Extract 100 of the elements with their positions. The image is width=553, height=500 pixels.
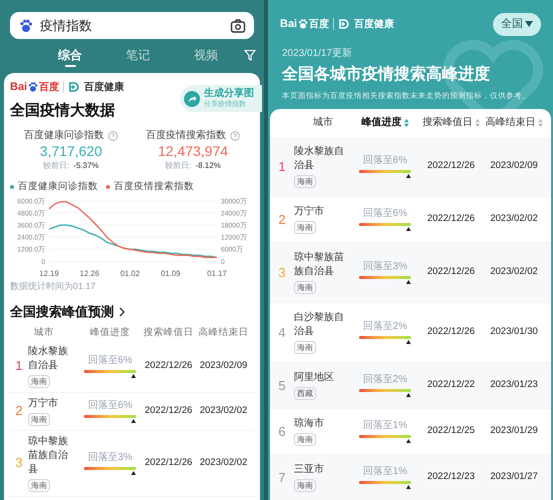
progress-label: 回落至6% bbox=[88, 398, 132, 413]
search-query: 疫情指数 bbox=[40, 16, 93, 35]
peak-date: 2022/12/26 bbox=[144, 358, 194, 373]
table-row[interactable]: 3 琼中黎族苗族自治县 海南 回落至3% 2022/12/26 2023/02/02 bbox=[270, 242, 551, 303]
progress-gradient-bar bbox=[84, 467, 136, 470]
rank-number: 1 bbox=[277, 158, 287, 176]
end-date: 2023/01/23 bbox=[489, 378, 539, 392]
baidu-logo-text: 百度 bbox=[309, 17, 330, 32]
progress-gradient-bar bbox=[359, 481, 411, 484]
progress-gradient-bar bbox=[84, 370, 136, 373]
progress-label: 回落至6% bbox=[88, 354, 132, 368]
section-title: 全国搜索峰值预测 bbox=[10, 302, 114, 321]
city-name: 琼中黎族苗族自治县 bbox=[28, 434, 69, 476]
region-dropdown-button[interactable]: 全国 bbox=[493, 13, 541, 36]
change-value: -5.37% bbox=[73, 160, 99, 172]
rank-number: 3 bbox=[277, 264, 287, 282]
peak-date: 2022/12/26 bbox=[426, 159, 476, 174]
city-name: 阿里地区 bbox=[294, 370, 334, 385]
city-name: 陵水黎族自治县 bbox=[294, 144, 345, 173]
region-tag: 海南 bbox=[28, 478, 50, 492]
city-name: 万宁市 bbox=[28, 396, 58, 410]
region-tag: 海南 bbox=[28, 412, 50, 426]
peak-date: 2022/12/26 bbox=[426, 325, 476, 340]
x-axis-label: 01.17 bbox=[207, 269, 227, 278]
column-header: 城市 bbox=[33, 326, 55, 340]
progress-gradient-bar bbox=[359, 435, 411, 438]
progress-label: 回落至6% bbox=[362, 154, 408, 168]
search-field[interactable]: 疫情指数 bbox=[10, 12, 254, 39]
x-axis-label: 01.02 bbox=[120, 269, 140, 278]
tab[interactable]: 综合 bbox=[58, 43, 82, 67]
caret-down-icon bbox=[525, 21, 533, 28]
column-header: 峰值进度 bbox=[89, 326, 131, 340]
progress-label: 回落至2% bbox=[362, 320, 408, 334]
stat-label: 百度疫情搜索指数 bbox=[146, 128, 226, 143]
health-logo-icon bbox=[338, 18, 350, 30]
city-name: 白沙黎族自治县 bbox=[294, 310, 345, 339]
end-date: 2023/02/02 bbox=[198, 456, 248, 470]
region-tag: 海南 bbox=[294, 478, 316, 492]
baidu-logo-text: 百度 bbox=[39, 80, 60, 95]
table-row[interactable]: 1 陵水黎族自治县 海南 回落至6% 2022/12/26 2023/02/09 bbox=[270, 136, 551, 197]
progress-label: 回落至3% bbox=[88, 450, 132, 465]
region-tag: 海南 bbox=[294, 340, 316, 354]
paw-icon bbox=[18, 18, 34, 34]
x-axis-label: 12.19 bbox=[39, 269, 59, 278]
end-date: 2023/02/02 bbox=[489, 265, 539, 280]
region-tag: 西藏 bbox=[294, 386, 316, 400]
rank-number: 3 bbox=[14, 454, 24, 472]
progress-gradient-bar bbox=[359, 276, 411, 280]
column-header[interactable]: 城市 bbox=[294, 115, 352, 130]
end-date: 2023/02/09 bbox=[489, 159, 539, 174]
peak-date: 2022/12/22 bbox=[426, 378, 476, 392]
x-axis-label: 12.26 bbox=[80, 269, 100, 278]
peak-date: 2022/12/26 bbox=[144, 404, 194, 418]
progress-gradient-bar bbox=[359, 389, 411, 392]
progress-gradient-bar bbox=[84, 415, 136, 418]
brand-name: 百度健康 bbox=[84, 80, 124, 95]
rank-number: 1 bbox=[14, 357, 24, 376]
change-label: 较前日: bbox=[43, 160, 70, 172]
page-title: 全国各城市疫情搜索高峰进度 bbox=[282, 64, 491, 84]
stat-value: 3,717,620 bbox=[40, 143, 102, 160]
brand-name: 百度健康 bbox=[354, 17, 394, 32]
peak-date: 2022/12/26 bbox=[426, 265, 476, 280]
column-header[interactable]: 峰值进度 bbox=[352, 115, 418, 130]
x-axis-label: 01.09 bbox=[160, 269, 180, 278]
legend-label: 百度疫情搜索指数 bbox=[114, 180, 194, 194]
health-logo-icon bbox=[68, 81, 80, 94]
region-tag: 海南 bbox=[294, 174, 316, 188]
progress-label: 回落至1% bbox=[362, 464, 408, 480]
progress-gradient-bar bbox=[359, 223, 411, 226]
paw-icon bbox=[297, 18, 310, 30]
filter-icon[interactable] bbox=[244, 49, 256, 61]
baidu-logo-text: Bai bbox=[280, 17, 298, 32]
city-name: 万宁市 bbox=[294, 204, 324, 219]
progress-label: 回落至1% bbox=[362, 418, 408, 434]
update-date: 2023/01/17更新 bbox=[282, 46, 354, 60]
stat-label: 百度健康问诊指数 bbox=[24, 128, 104, 143]
column-header: 高峰结束日 bbox=[198, 326, 250, 340]
end-date: 2023/01/30 bbox=[489, 325, 539, 340]
peak-date: 2022/12/26 bbox=[426, 212, 476, 226]
city-name: 琼中黎族苗族自治县 bbox=[294, 250, 345, 279]
chevron-right-icon[interactable] bbox=[118, 306, 126, 316]
legend-label: 百度健康问诊指数 bbox=[18, 180, 98, 194]
progress-gradient-bar bbox=[359, 170, 411, 174]
peak-date: 2022/12/26 bbox=[144, 456, 194, 470]
column-header[interactable]: 搜索峰值日 bbox=[418, 115, 484, 130]
end-date: 2023/02/02 bbox=[489, 212, 539, 226]
column-header[interactable]: 高峰结束日 bbox=[484, 115, 544, 130]
peak-date: 2022/12/25 bbox=[426, 424, 476, 438]
share-arrow-icon bbox=[187, 94, 197, 104]
city-name: 陵水黎族自治县 bbox=[28, 344, 69, 372]
data-time-note: 数据统计时间为01.17 bbox=[10, 280, 97, 294]
end-date: 2023/02/09 bbox=[198, 358, 248, 373]
region-tag: 海南 bbox=[294, 280, 316, 294]
rank-number: 7 bbox=[277, 468, 287, 486]
change-value: -8.12% bbox=[195, 160, 221, 172]
city-name: 琼海市 bbox=[294, 416, 324, 431]
stat-value: 12,473,974 bbox=[158, 143, 228, 160]
camera-icon[interactable] bbox=[230, 18, 246, 34]
region-tag: 海南 bbox=[294, 432, 316, 446]
end-date: 2023/01/27 bbox=[489, 470, 539, 484]
